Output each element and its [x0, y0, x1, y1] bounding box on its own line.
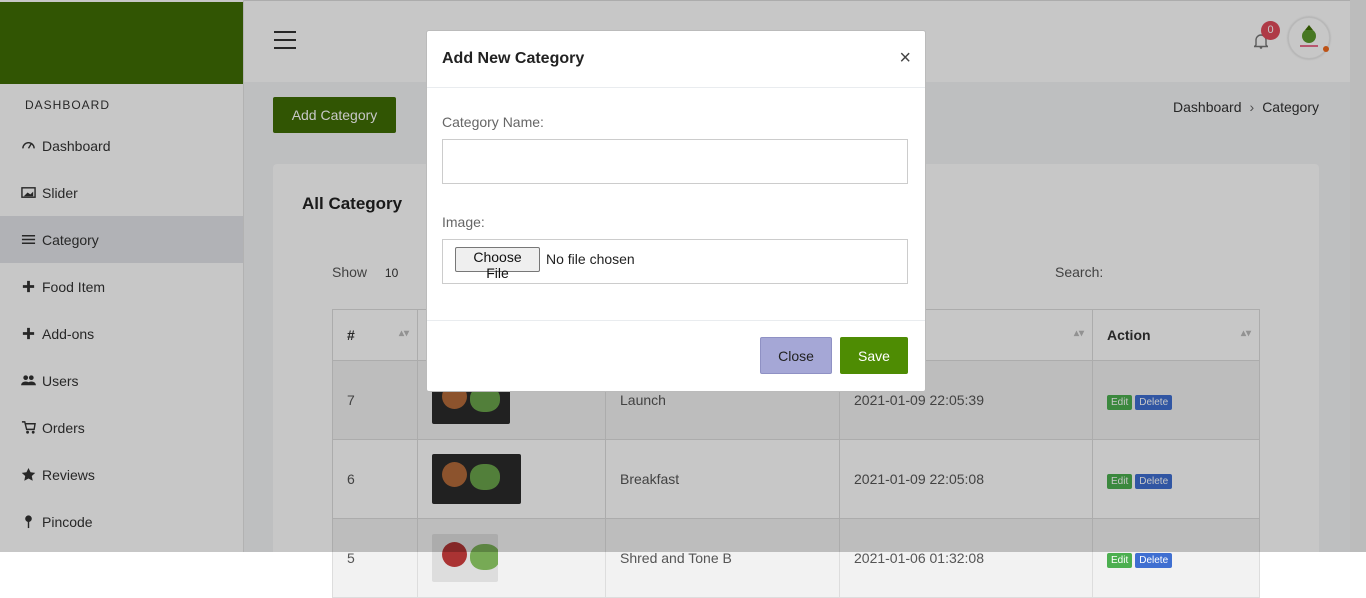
modal-header: Add New Category × [427, 31, 925, 88]
close-button[interactable]: Close [760, 337, 832, 374]
close-icon[interactable]: × [899, 47, 911, 70]
category-name-input[interactable] [442, 139, 908, 184]
file-status-text: No file chosen [546, 251, 635, 267]
choose-file-button[interactable]: Choose File [455, 247, 540, 281]
category-name-label: Category Name: [442, 114, 544, 130]
save-button[interactable]: Save [840, 337, 908, 374]
delete-button[interactable]: Delete [1135, 553, 1173, 568]
edit-button[interactable]: Edit [1107, 553, 1133, 568]
add-category-modal: Add New Category × Category Name: Image:… [426, 30, 926, 392]
image-file-field: Choose File No file chosen [442, 239, 908, 284]
modal-footer: Close Save [427, 320, 925, 391]
image-label: Image: [442, 214, 485, 230]
modal-title: Add New Category [442, 50, 585, 67]
